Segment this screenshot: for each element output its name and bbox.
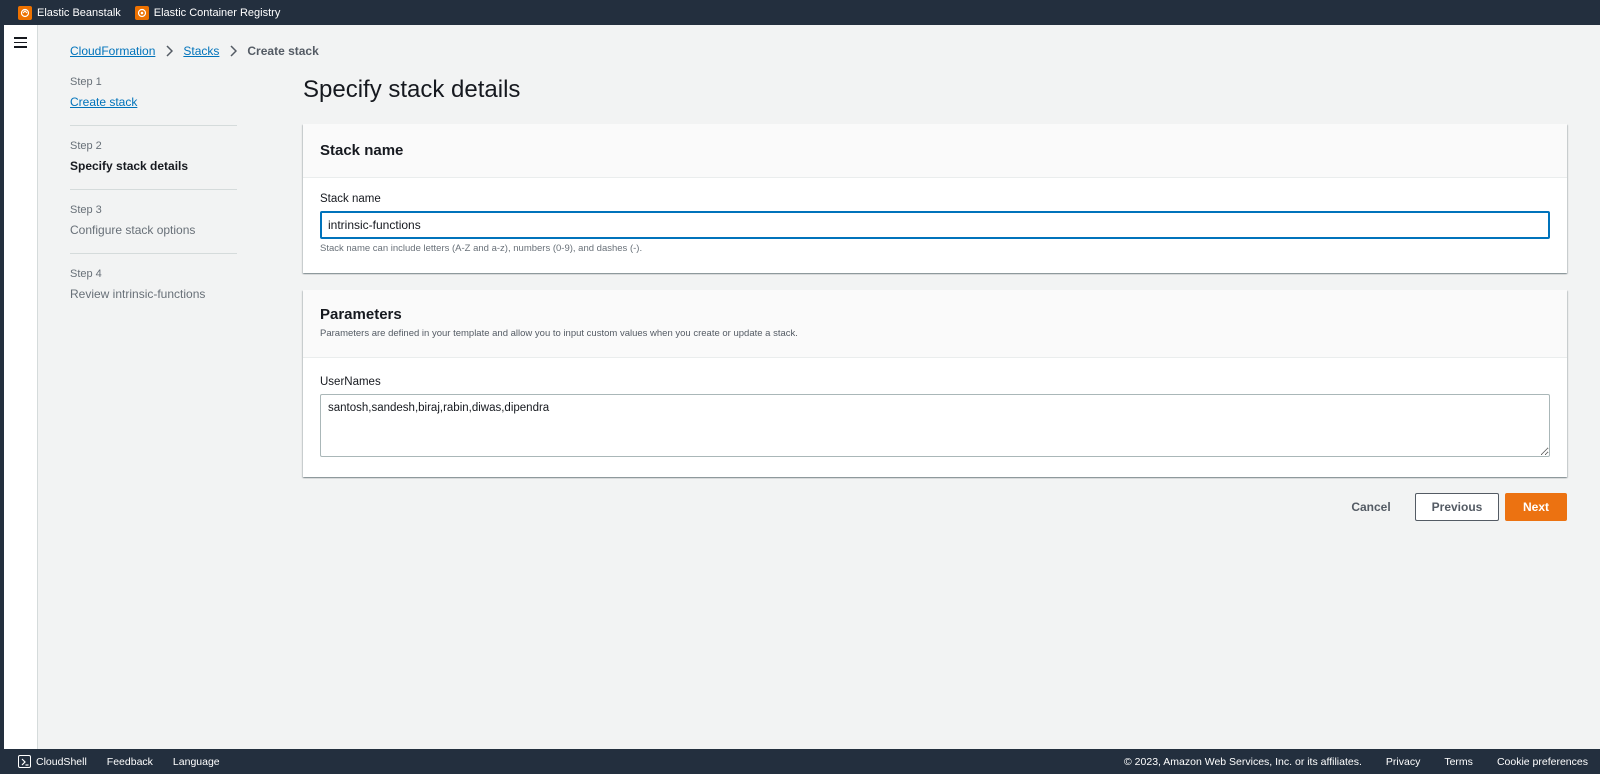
favorite-elastic-beanstalk[interactable]: Elastic Beanstalk (18, 5, 121, 20)
breadcrumb-current: Create stack (247, 44, 319, 58)
cloudshell-label: CloudShell (36, 755, 87, 768)
cloudshell-button[interactable]: CloudShell (18, 755, 87, 768)
page-title: Specify stack details (303, 76, 521, 103)
cookie-preferences-link[interactable]: Cookie preferences (1497, 756, 1588, 768)
privacy-link[interactable]: Privacy (1386, 756, 1420, 768)
wizard-step-1: Step 1 Create stack (70, 76, 237, 126)
favorite-elastic-container-registry[interactable]: Elastic Container Registry (134, 5, 281, 20)
step-link-create-stack[interactable]: Create stack (70, 95, 237, 109)
panel-body: UserNames santosh,sandesh,biraj,rabin,di… (303, 358, 1567, 462)
hamburger-menu-icon[interactable] (14, 37, 27, 48)
chevron-right-icon (229, 45, 238, 57)
elastic-container-registry-icon (134, 5, 149, 20)
footer-right: © 2023, Amazon Web Services, Inc. or its… (1124, 756, 1588, 768)
previous-button[interactable]: Previous (1415, 493, 1499, 521)
chevron-right-icon (165, 45, 174, 57)
usernames-label: UserNames (320, 376, 381, 388)
copyright-text: © 2023, Amazon Web Services, Inc. or its… (1124, 755, 1362, 768)
step-title-current: Specify stack details (70, 159, 189, 173)
breadcrumb-cloudformation[interactable]: CloudFormation (70, 44, 155, 58)
breadcrumb-stacks[interactable]: Stacks (183, 44, 219, 58)
terms-link[interactable]: Terms (1444, 756, 1473, 768)
favorite-label: Elastic Container Registry (153, 6, 281, 19)
stack-name-label: Stack name (320, 193, 381, 205)
favorite-label: Elastic Beanstalk (37, 6, 121, 19)
cloudshell-icon (18, 755, 31, 768)
side-navigation-rail (0, 25, 38, 749)
stack-name-input[interactable] (320, 211, 1550, 239)
elastic-beanstalk-icon (18, 5, 32, 20)
wizard-step-4: Step 4 Review intrinsic-functions (70, 268, 237, 317)
usernames-textarea[interactable]: santosh,sandesh,biraj,rabin,diwas,dipend… (320, 394, 1550, 457)
step-title: Configure stack options (70, 223, 196, 237)
panel-header: Stack name (303, 124, 1567, 178)
panel-header: Parameters Parameters are defined in you… (303, 290, 1567, 358)
step-title: Review intrinsic-functions (70, 287, 206, 301)
language-selector[interactable]: Language (173, 756, 220, 768)
top-favorites-bar: Elastic Beanstalk Elastic Container Regi… (0, 0, 1600, 25)
parameters-panel: Parameters Parameters are defined in you… (303, 290, 1567, 477)
breadcrumb: CloudFormation Stacks Create stack (70, 44, 319, 58)
panel-body: Stack name Stack name can include letter… (303, 178, 1567, 254)
form-actions: Cancel Previous Next (0, 493, 1600, 521)
wizard-step-2: Step 2 Specify stack details (70, 140, 237, 190)
step-number: Step 4 (70, 268, 102, 280)
wizard-steps: Step 1 Create stack Step 2 Specify stack… (70, 76, 237, 331)
panel-title: Stack name (320, 142, 404, 159)
next-button[interactable]: Next (1505, 493, 1567, 521)
cancel-button[interactable]: Cancel (1345, 493, 1397, 521)
footer-left: CloudShell Feedback Language (18, 755, 220, 768)
stack-name-constraint: Stack name can include letters (A-Z and … (320, 243, 643, 254)
step-number: Step 2 (70, 140, 102, 152)
console-footer: CloudShell Feedback Language © 2023, Ama… (0, 749, 1600, 774)
stack-name-panel: Stack name Stack name Stack name can inc… (303, 124, 1567, 273)
feedback-link[interactable]: Feedback (107, 756, 153, 768)
step-number: Step 1 (70, 76, 102, 88)
panel-description: Parameters are defined in your template … (320, 328, 798, 339)
step-number: Step 3 (70, 204, 102, 216)
wizard-step-3: Step 3 Configure stack options (70, 204, 237, 254)
panel-title: Parameters (320, 306, 402, 323)
